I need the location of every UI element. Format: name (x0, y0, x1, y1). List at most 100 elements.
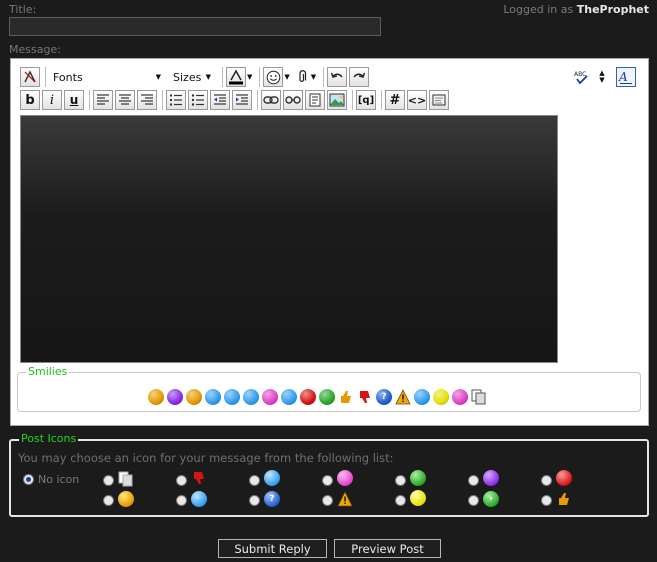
remove-format-button[interactable] (20, 67, 40, 87)
angry-purple-icon (483, 470, 499, 486)
title-input[interactable] (9, 17, 381, 36)
question-icon[interactable]: ? (376, 389, 392, 405)
radio-post-icon-arrow[interactable] (468, 495, 479, 506)
bold-button[interactable]: b (20, 90, 40, 110)
thumbs-down-icon[interactable] (357, 389, 373, 405)
toolbar-separator (352, 90, 353, 110)
tongue-icon[interactable] (262, 389, 278, 405)
text-color-icon (229, 69, 243, 85)
align-left-button[interactable] (93, 90, 113, 110)
wysiwyg-toggle-button[interactable]: A (616, 67, 636, 87)
kiss-icon[interactable] (452, 389, 468, 405)
redo-icon (353, 72, 366, 78)
outdent-icon (214, 94, 226, 105)
radio-post-icon-warning[interactable] (322, 495, 333, 506)
radio-post-icon-tongue[interactable] (322, 475, 333, 486)
unordered-list-icon (191, 94, 204, 106)
lightbulb-icon[interactable] (433, 389, 449, 405)
align-left-icon (97, 94, 109, 105)
shocked-icon[interactable] (205, 389, 221, 405)
ordered-list-button[interactable] (166, 90, 186, 110)
toolbar-row-1-right: ABC ▲ ▼ A (572, 66, 638, 88)
resize-toggle-button[interactable]: ▲ ▼ (596, 67, 608, 87)
insert-smiley-button[interactable] (263, 67, 284, 87)
radio-post-icon-big-grin[interactable] (395, 475, 406, 486)
smilies-panel: Smilies ? (17, 365, 641, 412)
radio-post-icon-lightbulb[interactable] (395, 495, 406, 506)
quote-button[interactable]: [q] (356, 90, 376, 110)
radio-post-icon-copy[interactable] (103, 475, 114, 486)
username-link[interactable]: TheProphet (577, 3, 649, 16)
undo-icon (331, 72, 343, 78)
smile-icon[interactable] (148, 389, 164, 405)
radio-post-icon-smile[interactable] (103, 495, 114, 506)
italic-button[interactable]: i (42, 90, 62, 110)
link-icon (263, 96, 279, 104)
thumbs-up-icon[interactable] (338, 389, 354, 405)
font-select[interactable]: Fonts ▼ (49, 67, 165, 87)
angry-purple-icon[interactable] (167, 389, 183, 405)
unordered-list-button[interactable] (188, 90, 208, 110)
message-editor: Fonts ▼ Sizes ▼ ▼ ▼ ▼ ABC ▲ ▼ A b i u [q… (10, 58, 649, 426)
radio-post-icon-question[interactable] (249, 495, 260, 506)
warning-icon (337, 491, 353, 507)
radio-post-icon-cool[interactable] (176, 495, 187, 506)
email-link-button[interactable] (305, 90, 325, 110)
radio-post-icon-thumbs-down[interactable] (176, 475, 187, 486)
chevron-down-icon: ▼ (155, 73, 161, 81)
thumbs-up-icon (556, 491, 572, 507)
underline-button[interactable]: u (64, 90, 84, 110)
radio-post-icon-smile-blue[interactable] (249, 475, 260, 486)
confused-icon[interactable] (281, 389, 297, 405)
unlink-icon (285, 96, 301, 104)
question-icon: ? (264, 491, 280, 507)
copy-pages-icon (118, 471, 134, 487)
cool-icon[interactable] (243, 389, 259, 405)
tongue-icon (337, 470, 353, 486)
radio-no-icon[interactable] (23, 474, 34, 485)
insert-php-button[interactable] (429, 90, 449, 110)
warning-icon[interactable] (395, 389, 411, 405)
smilies-row: ? (148, 389, 490, 405)
smiley-dropdown[interactable]: ▼ (284, 73, 289, 81)
radio-post-icon-thumbs-up[interactable] (541, 495, 552, 506)
outdent-button[interactable] (210, 90, 230, 110)
login-status: Logged in as TheProphet (503, 3, 649, 16)
unlink-button[interactable] (283, 90, 303, 110)
undo-button[interactable] (327, 67, 348, 87)
insert-link-button[interactable] (261, 90, 281, 110)
no-icon-label: No icon (38, 473, 80, 486)
toolbar-separator (323, 67, 325, 87)
submit-reply-button[interactable]: Submit Reply (218, 539, 327, 558)
align-center-button[interactable] (115, 90, 135, 110)
attach-dropdown[interactable]: ▼ (311, 73, 316, 81)
align-right-button[interactable] (137, 90, 157, 110)
radio-post-icon-angry[interactable] (468, 475, 479, 486)
indent-button[interactable] (232, 90, 252, 110)
paperclip-icon (299, 70, 306, 82)
spellcheck-button[interactable]: ABC (572, 67, 592, 87)
redo-button[interactable] (349, 67, 370, 87)
ordered-list-icon (170, 94, 182, 106)
blue-smile-icon[interactable] (224, 389, 240, 405)
mad-red-icon[interactable] (300, 389, 316, 405)
preview-post-button[interactable]: Preview Post (334, 539, 441, 558)
big-grin-green-icon[interactable] (319, 389, 335, 405)
sad-icon[interactable] (414, 389, 430, 405)
toolbar-row-1: Fonts ▼ Sizes ▼ ▼ ▼ ▼ (20, 66, 371, 88)
font-select-label: Fonts (53, 70, 83, 84)
copy-pages-icon[interactable] (471, 389, 487, 405)
size-select[interactable]: Sizes ▼ (169, 67, 215, 87)
grin-icon[interactable] (186, 389, 202, 405)
insert-code-hash-button[interactable]: # (385, 90, 405, 110)
insert-image-button[interactable] (327, 90, 347, 110)
attach-button[interactable] (294, 67, 310, 87)
message-textarea[interactable] (20, 115, 558, 363)
text-color-button[interactable] (226, 67, 246, 87)
cool-icon (191, 491, 207, 507)
text-color-dropdown[interactable]: ▼ (247, 73, 252, 81)
radio-post-icon-mad[interactable] (541, 475, 552, 486)
insert-html-button[interactable]: <> (407, 90, 427, 110)
login-prefix: Logged in as (503, 3, 574, 16)
align-right-icon (141, 94, 153, 105)
